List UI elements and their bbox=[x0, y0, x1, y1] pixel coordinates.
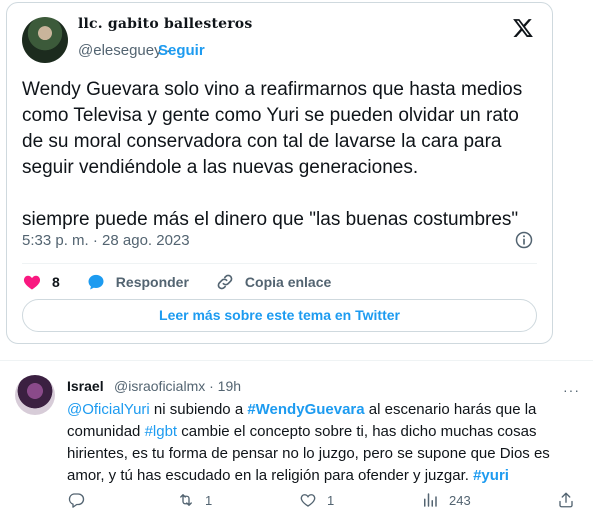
timestamp[interactable]: 5:33 p. m. · 28 ago. 2023 bbox=[22, 232, 190, 249]
views-button[interactable]: 243 bbox=[421, 491, 471, 509]
like-icon bbox=[300, 494, 316, 507]
divider bbox=[22, 263, 537, 264]
x-logo-icon[interactable] bbox=[512, 17, 534, 39]
retweet-button[interactable]: 1 bbox=[177, 491, 212, 509]
read-more-button[interactable]: Leer más sobre este tema en Twitter bbox=[22, 299, 537, 332]
copy-link-button[interactable]: Copia enlace bbox=[215, 272, 331, 292]
share-icon bbox=[559, 492, 573, 508]
author-handle[interactable]: @eleseguey · bbox=[78, 42, 171, 59]
info-icon[interactable] bbox=[514, 230, 534, 250]
reply-action-bar: 1 1 243 bbox=[67, 491, 579, 511]
reply-icon bbox=[88, 274, 104, 290]
retweet-count: 1 bbox=[205, 492, 213, 508]
comment-icon bbox=[68, 493, 85, 508]
reply-handle-time[interactable]: @israoficialmx · 19h bbox=[114, 378, 241, 394]
copy-link-label: Copia enlace bbox=[244, 274, 332, 290]
views-count: 243 bbox=[449, 492, 471, 508]
reply-text: @OficialYuri ni subiendo a #WendyGuevara… bbox=[67, 399, 579, 487]
follow-button[interactable]: Seguir bbox=[158, 42, 205, 59]
avatar[interactable] bbox=[22, 17, 68, 63]
share-button[interactable] bbox=[557, 491, 585, 509]
retweet-icon bbox=[180, 494, 192, 506]
reply-text-segment: ni subiendo a bbox=[149, 401, 248, 418]
handle-text: @eleseguey bbox=[78, 42, 162, 59]
like-count: 8 bbox=[52, 274, 60, 290]
tweet-text: Wendy Guevara solo vino a reafirmarnos q… bbox=[22, 77, 542, 233]
comment-button[interactable] bbox=[67, 491, 95, 509]
hashtag-link[interactable]: #yuri bbox=[473, 467, 509, 484]
reply-button[interactable]: Responder bbox=[86, 272, 189, 292]
tweet-paragraph: Wendy Guevara solo vino a reafirmarnos q… bbox=[22, 79, 523, 178]
views-icon bbox=[424, 493, 437, 507]
reply-author-name[interactable]: Israel bbox=[67, 378, 104, 394]
hashtag-link[interactable]: #WendyGuevara bbox=[247, 401, 364, 418]
mention-link[interactable]: @OficialYuri bbox=[67, 401, 150, 418]
tweet-paragraph: siempre puede más el dinero que "las bue… bbox=[22, 209, 519, 230]
action-bar: 8 Responder Copia enlace bbox=[22, 270, 357, 294]
more-options-icon[interactable]: ··· bbox=[563, 382, 580, 398]
divider bbox=[0, 360, 593, 361]
embedded-tweet-card: llc. gabito ballesteros @eleseguey · Seg… bbox=[6, 2, 553, 344]
avatar[interactable] bbox=[15, 375, 55, 415]
like-count: 1 bbox=[327, 492, 335, 508]
like-button[interactable]: 8 bbox=[22, 272, 60, 292]
hashtag-link[interactable]: #lgbt bbox=[145, 423, 178, 440]
author-name[interactable]: llc. gabito ballesteros bbox=[78, 16, 252, 32]
like-button[interactable]: 1 bbox=[299, 491, 334, 509]
reply-label: Responder bbox=[115, 274, 189, 290]
heart-icon bbox=[23, 275, 41, 290]
link-icon bbox=[217, 274, 233, 290]
